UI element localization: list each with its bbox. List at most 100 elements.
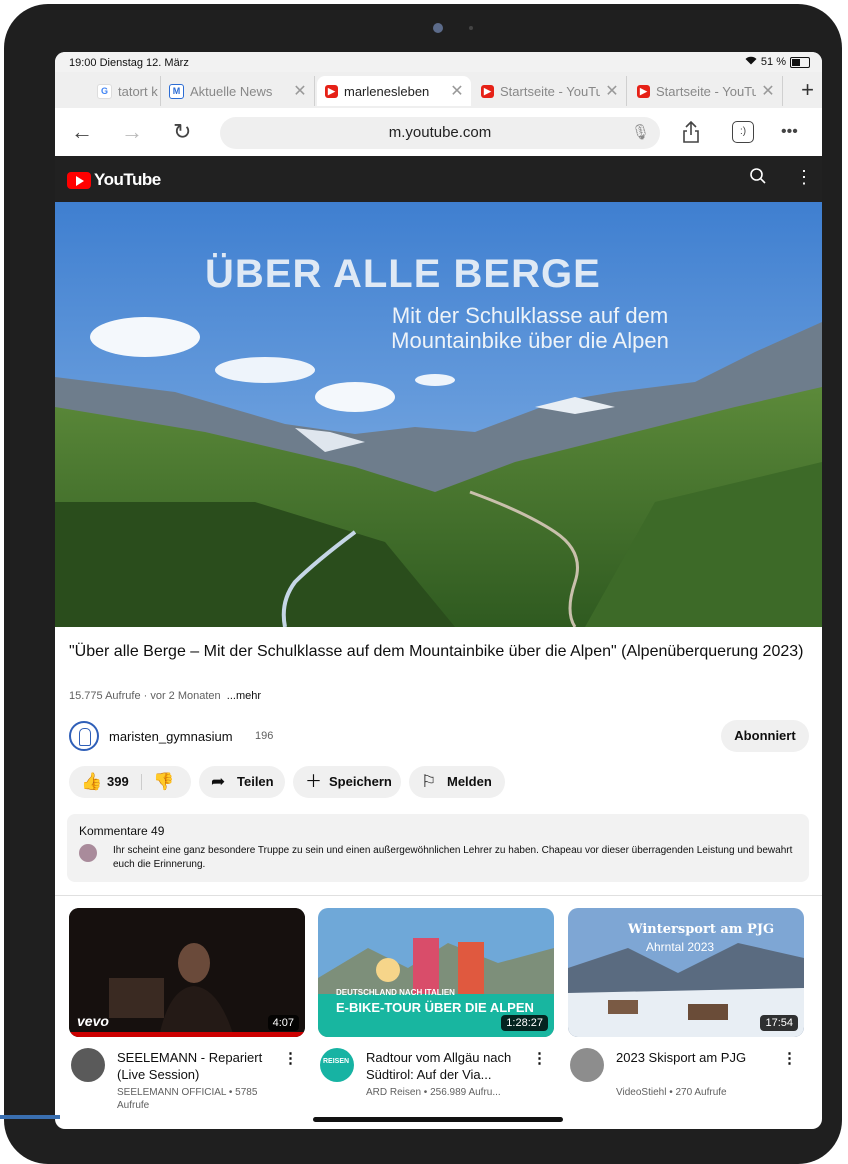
more-link[interactable]: ...mehr (227, 690, 261, 702)
search-icon[interactable] (749, 167, 767, 190)
channel-badge-text: REISEN (323, 1058, 350, 1065)
camera-bar (369, 18, 509, 36)
save-button[interactable]: ＋ Speichern (293, 766, 401, 798)
plus-icon: ＋ (305, 772, 322, 791)
tab-youtube-2[interactable]: ▶ Startseite - YouTube ✕ (629, 76, 783, 106)
flag-icon: ⚐ (421, 772, 437, 791)
thumbnail-subtitle: Ahrntal 2023 (646, 940, 715, 954)
home-indicator[interactable] (313, 1117, 563, 1122)
tab-news[interactable]: M Aktuelle News ✕ (161, 76, 315, 106)
address-bar[interactable]: m.youtube.com 🎙 (220, 117, 660, 149)
sensor-dot (469, 26, 473, 30)
back-arrow-icon[interactable]: ← (71, 120, 93, 144)
channel-row: maristen_gymnasium 196 Abonniert (69, 720, 809, 754)
youtube-icon: ▶ (325, 84, 338, 98)
channel-avatar[interactable] (570, 1048, 604, 1082)
comments-section[interactable]: Kommentare 49 Ihr scheint eine ganz beso… (67, 814, 809, 882)
news-icon: M (169, 83, 184, 99)
battery-percent: 51 % (760, 56, 786, 68)
tablet-frame: 19:00 Dienstag 12. März 51 % G tatort k … (4, 4, 842, 1164)
more-icon[interactable]: ••• (781, 120, 798, 144)
status-right: 51 % (745, 56, 810, 68)
tab-overview-button[interactable]: :) (732, 121, 754, 143)
tab-youtube-1[interactable]: ▶ Startseite - YouTube ✕ (473, 76, 627, 106)
camera-icon (433, 23, 443, 33)
tab-google[interactable]: G tatort k (89, 76, 161, 106)
tab-label: Startseite - YouTube (500, 83, 600, 99)
recommended-title: Radtour vom Allgäu nach Südtirol: Auf de… (366, 1050, 512, 1082)
channel-subscriber-count: 196 (255, 730, 274, 742)
share-icon[interactable] (681, 120, 701, 149)
url-text: m.youtube.com (388, 124, 492, 141)
close-icon[interactable]: ✕ (292, 81, 308, 101)
report-label: Melden (447, 774, 492, 789)
like-count[interactable]: 399 (107, 766, 129, 798)
commenter-avatar (79, 844, 97, 862)
save-label: Speichern (329, 774, 392, 789)
share-arrow-icon: ➦ (211, 772, 226, 791)
close-icon[interactable]: ✕ (449, 81, 465, 101)
tab-label: Aktuelle News (190, 83, 273, 99)
tab-label: Startseite - YouTube (656, 83, 756, 99)
subscribe-button[interactable]: Abonniert (721, 720, 809, 752)
recommended-meta: SEELEMANN OFFICIAL • 5785 Aufrufe (117, 1087, 258, 1111)
kebab-menu-icon[interactable]: ⋮ (782, 1049, 797, 1067)
video-player[interactable]: ÜBER ALLE BERGE Mit der Schulklasse auf … (55, 202, 822, 627)
video-title: "Über alle Berge – Mit der Schulklasse a… (69, 643, 804, 660)
new-tab-button[interactable]: + (801, 79, 814, 101)
tab-label: tatort k (118, 83, 158, 99)
microphone-icon[interactable]: 🎙 (631, 117, 650, 149)
like-dislike-pill: 👍 399 👎 (69, 766, 191, 798)
youtube-logo-text: YouTube (94, 170, 161, 189)
tab-bar: G tatort k M Aktuelle News ✕ ▶ marlenesl… (55, 72, 822, 108)
thumbs-up-icon[interactable]: 👍 (81, 766, 102, 798)
google-icon: G (97, 83, 112, 99)
youtube-icon: ▶ (481, 84, 494, 98)
share-button[interactable]: ➦ Teilen (199, 766, 285, 798)
reload-icon[interactable]: ↻ (173, 120, 191, 144)
video-thumbnail[interactable]: vevo 4:07 (69, 908, 305, 1037)
thumbnail-small-text: DEUTSCHLAND NACH ITALIEN (336, 988, 455, 997)
wifi-icon (745, 56, 757, 68)
vevo-logo: vevo (77, 1013, 109, 1029)
recommended-title: 2023 Skisport am PJG (616, 1050, 747, 1065)
screen: 19:00 Dienstag 12. März 51 % G tatort k … (55, 52, 822, 1129)
close-icon[interactable]: ✕ (604, 81, 620, 101)
recommended-meta: ARD Reisen • 256.989 Aufru... (366, 1087, 501, 1098)
browser-toolbar: ← → ↻ m.youtube.com 🎙 :) ••• (55, 108, 822, 156)
kebab-menu-icon[interactable]: ⋮ (283, 1049, 298, 1067)
video-overlay-title: ÜBER ALLE BERGE (205, 252, 601, 296)
desk-edge (0, 1115, 60, 1119)
video-overlay-subtitle: Mit der Schulklasse auf dem Mountainbike… (391, 303, 669, 353)
recommended-meta: VideoStiehl • 270 Aufrufe (616, 1087, 727, 1098)
channel-avatar[interactable]: REISEN (320, 1048, 354, 1082)
kebab-menu-icon[interactable]: ⋮ (795, 167, 813, 188)
youtube-header: YouTube ⋮ (55, 156, 822, 202)
channel-avatar[interactable] (69, 721, 99, 751)
close-icon[interactable]: ✕ (760, 81, 776, 101)
recommended-title: SEELEMANN - Repariert (Live Session) (117, 1050, 263, 1082)
kebab-menu-icon[interactable]: ⋮ (532, 1049, 547, 1067)
share-label: Teilen (237, 774, 274, 789)
video-meta: 15.775 Aufrufe · vor 2 Monaten ...mehr (69, 690, 261, 702)
thumbs-down-icon[interactable]: 👎 (153, 766, 174, 798)
youtube-icon: ▶ (637, 84, 650, 98)
channel-name[interactable]: maristen_gymnasium (109, 729, 233, 744)
thumbnail-text: E-BIKE-TOUR ÜBER DIE ALPEN (336, 1000, 534, 1015)
tab-active[interactable]: ▶ marlenesleben ✕ (317, 76, 471, 106)
divider (141, 774, 142, 790)
video-thumbnail[interactable]: DEUTSCHLAND NACH ITALIEN E-BIKE-TOUR ÜBE… (318, 908, 554, 1037)
video-thumbnail[interactable]: Wintersport am PJG Ahrntal 2023 17:54 (568, 908, 804, 1037)
video-duration: 4:07 (267, 1015, 299, 1031)
status-time: 19:00 Dienstag 12. März (69, 57, 189, 69)
report-button[interactable]: ⚐ Melden (409, 766, 505, 798)
channel-avatar[interactable] (71, 1048, 105, 1082)
youtube-logo[interactable]: YouTube (67, 170, 161, 190)
battery-icon (790, 56, 810, 68)
tab-label: marlenesleben (344, 83, 430, 99)
section-divider (55, 895, 822, 896)
video-duration: 17:54 (760, 1015, 798, 1031)
comments-header: Kommentare 49 (79, 824, 165, 838)
forward-arrow-icon[interactable]: → (121, 120, 143, 144)
video-duration: 1:28:27 (501, 1015, 548, 1031)
